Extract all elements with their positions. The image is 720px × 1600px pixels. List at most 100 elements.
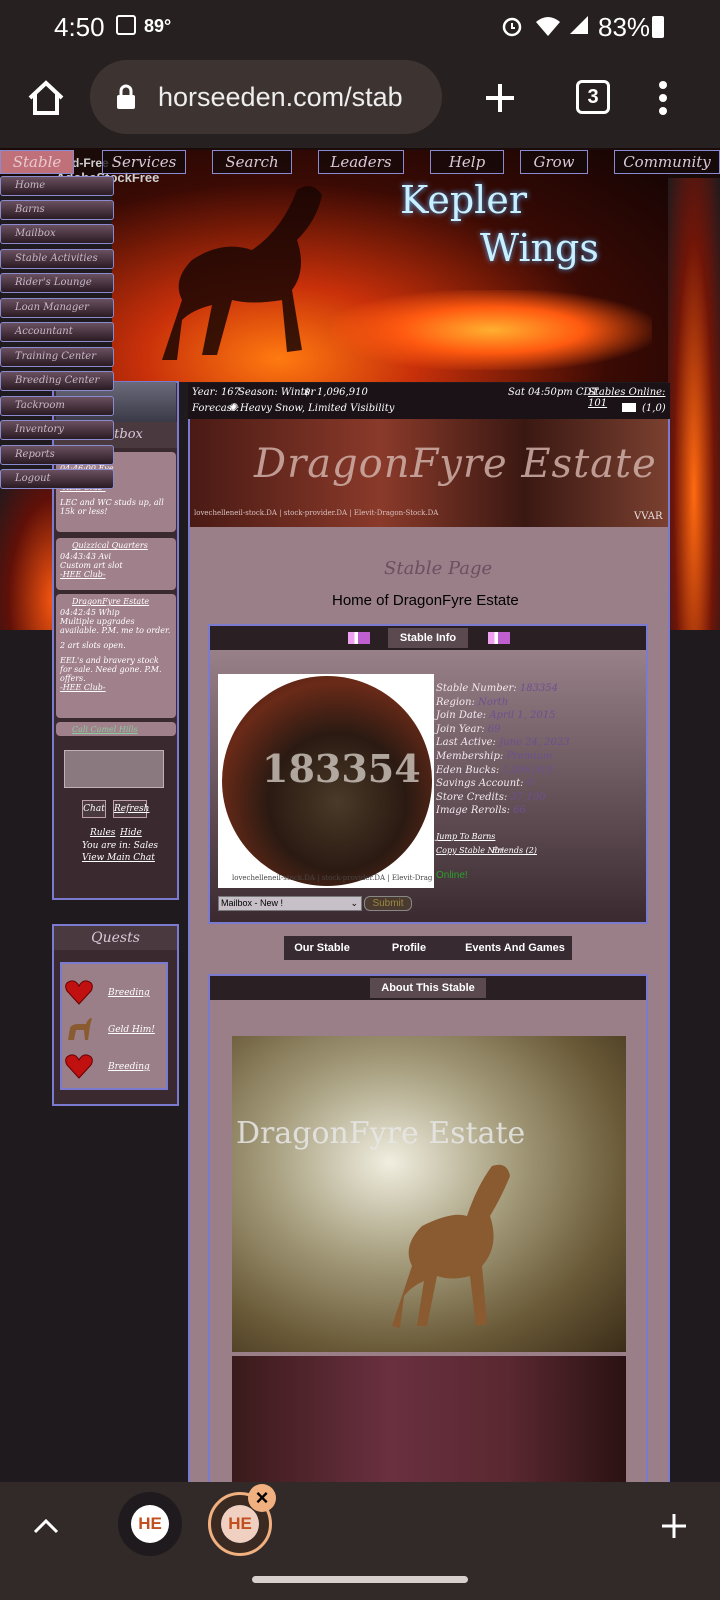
view-main-chat-link[interactable]: View Main Chat [82,853,155,863]
side-menu-label: Accountant [15,326,73,337]
submit-button[interactable]: Submit [364,896,412,911]
about-image-title: DragonFyre Estate [236,1116,526,1151]
side-menu-breeding-center[interactable]: Breeding Center [0,371,114,391]
mail-icon[interactable] [622,403,636,412]
side-menu-riders-lounge[interactable]: Rider's Lounge [0,273,114,293]
chevron-down-icon: ⌄ [350,898,358,908]
stat-row: Stable Number: 183354 [436,683,646,697]
side-menu-inventory[interactable]: Inventory [0,420,114,440]
side-menu-mailbox[interactable]: Mailbox [0,224,114,244]
side-menu-label: Breeding Center [15,375,100,386]
about-tab[interactable]: About This Stable [370,978,486,998]
nav-tab-search[interactable]: Search [212,150,292,174]
friends-link[interactable]: Friends (2) [492,846,537,855]
rules-link[interactable]: Rules [90,828,115,838]
stat-label: Eden Bucks: [436,764,500,776]
stat-row: Region: North [436,697,646,711]
stat-label: Savings Account: [436,778,524,790]
chat-post-link[interactable]: -HEE Club- [60,570,172,579]
stat-label: Join Date: [436,710,487,722]
mailbox-select-value: Mailbox - New ! [221,898,284,908]
side-menu-tackroom[interactable]: Tackroom [0,396,114,416]
mailbox-select[interactable]: Mailbox - New ! ⌄ [218,896,362,911]
side-menu-label: Tackroom [15,400,65,411]
stat-value: Premium [506,750,553,762]
stat-value: 37,100 [510,791,546,803]
tab-our-stable[interactable]: Our Stable [284,936,360,960]
url-field[interactable]: horseeden.com/stab [90,60,442,134]
stat-row: Savings Account: 0 [436,778,646,792]
horse-silhouette [162,186,322,360]
chat-post-link[interactable]: -HEE Club- [60,683,172,692]
nav-tab-label: Community [623,153,711,171]
side-menu-stable-activities[interactable]: Stable Activities [0,249,114,269]
stable-info-tab-label: Stable Info [399,632,457,644]
stat-label: Store Credits: [436,791,508,803]
header-banner: Kepler Wings [112,150,668,382]
jump-to-barns-link[interactable]: Jump To Barns [436,832,495,841]
game-info-bar: Year: 167 Season: Winter $: 1,096,910 Sa… [188,383,670,419]
stable-info-tab[interactable]: Stable Info [388,628,468,648]
heart-icon [65,980,93,1005]
heart-icon [65,1054,93,1079]
nav-tab-stable[interactable]: Stable [0,150,74,174]
chat-post-name[interactable]: Cali Camel Hills [60,725,172,734]
game-money: $: 1,096,910 [304,387,368,398]
overflow-menu-icon[interactable] [656,80,670,116]
chat-button[interactable]: Chat [82,800,106,818]
flag-icon [348,632,370,644]
nav-tab-help[interactable]: Help [430,150,504,174]
tab-thumbnail[interactable]: HE [118,1492,182,1556]
chat-post-time: 04:43:43 Avi [60,552,112,561]
hide-link[interactable]: Hide [120,828,142,838]
nav-tab-label: Stable [12,153,62,171]
side-menu-barns[interactable]: Barns [0,200,114,220]
nav-tab-grow[interactable]: Grow [520,150,588,174]
quest-link[interactable]: Geld Him! [108,1025,155,1035]
quest-link[interactable]: Breeding [108,1062,150,1072]
stat-value: 69 [487,723,501,735]
url-text: horseeden.com/stab [158,82,403,112]
tab-profile[interactable]: Profile [360,936,458,960]
battery-level: 83% [598,12,651,42]
add-tab-icon[interactable] [660,1512,688,1540]
side-menu-label: Stable Activities [15,253,98,264]
nav-tab-label: Help [448,153,486,171]
chat-post: Cali Camel Hills [56,722,176,736]
nav-tab-services[interactable]: Services [102,150,186,174]
quest-link[interactable]: Breeding [108,988,150,998]
side-menu-home[interactable]: Home [0,176,114,196]
refresh-button-label: Refresh [114,804,150,814]
chat-input[interactable] [64,750,164,788]
close-tab-button[interactable]: × [248,1484,276,1512]
refresh-button[interactable]: Refresh [113,800,150,818]
home-icon[interactable] [26,78,66,118]
chat-post: DragonFyre Estate 04:42:45 Whip Multiple… [56,594,176,718]
forecast-text: Heavy Snow, Limited Visibility [240,403,395,414]
new-tab-icon[interactable] [484,82,516,114]
side-menu-accountant[interactable]: Accountant [0,322,114,342]
hero-title-line1: Kepler [400,178,527,222]
tab-label: Events And Games [465,942,565,954]
clock: 4:50 [54,12,105,42]
hero-title-line2: Wings [480,226,599,270]
chat-post-name[interactable]: Quizzical Quarters [60,541,172,550]
side-menu-reports[interactable]: Reports [0,445,114,465]
nav-tab-leaders[interactable]: Leaders [318,150,404,174]
mail-count[interactable]: (1,0) [642,403,666,414]
side-menu-logout[interactable]: Logout [0,469,114,489]
nav-gesture-bar[interactable] [252,1576,468,1583]
tab-label: Profile [391,942,427,954]
stat-row: Image Rerolls: 66 [436,805,646,819]
nav-tab-community[interactable]: Community [614,150,720,174]
stat-label: Region: [436,696,475,708]
tab-switcher-button[interactable]: 3 [576,80,610,114]
chevron-up-icon[interactable] [32,1516,60,1536]
signal-icon [570,16,588,34]
nav-tab-label: Services [111,153,177,171]
tab-events-and-games[interactable]: Events And Games [458,936,572,960]
side-menu-label: Rider's Lounge [15,277,92,288]
side-menu-loan-manager[interactable]: Loan Manager [0,298,114,318]
chat-post-name[interactable]: DragonFyre Estate [60,597,172,606]
side-menu-training-center[interactable]: Training Center [0,347,114,367]
